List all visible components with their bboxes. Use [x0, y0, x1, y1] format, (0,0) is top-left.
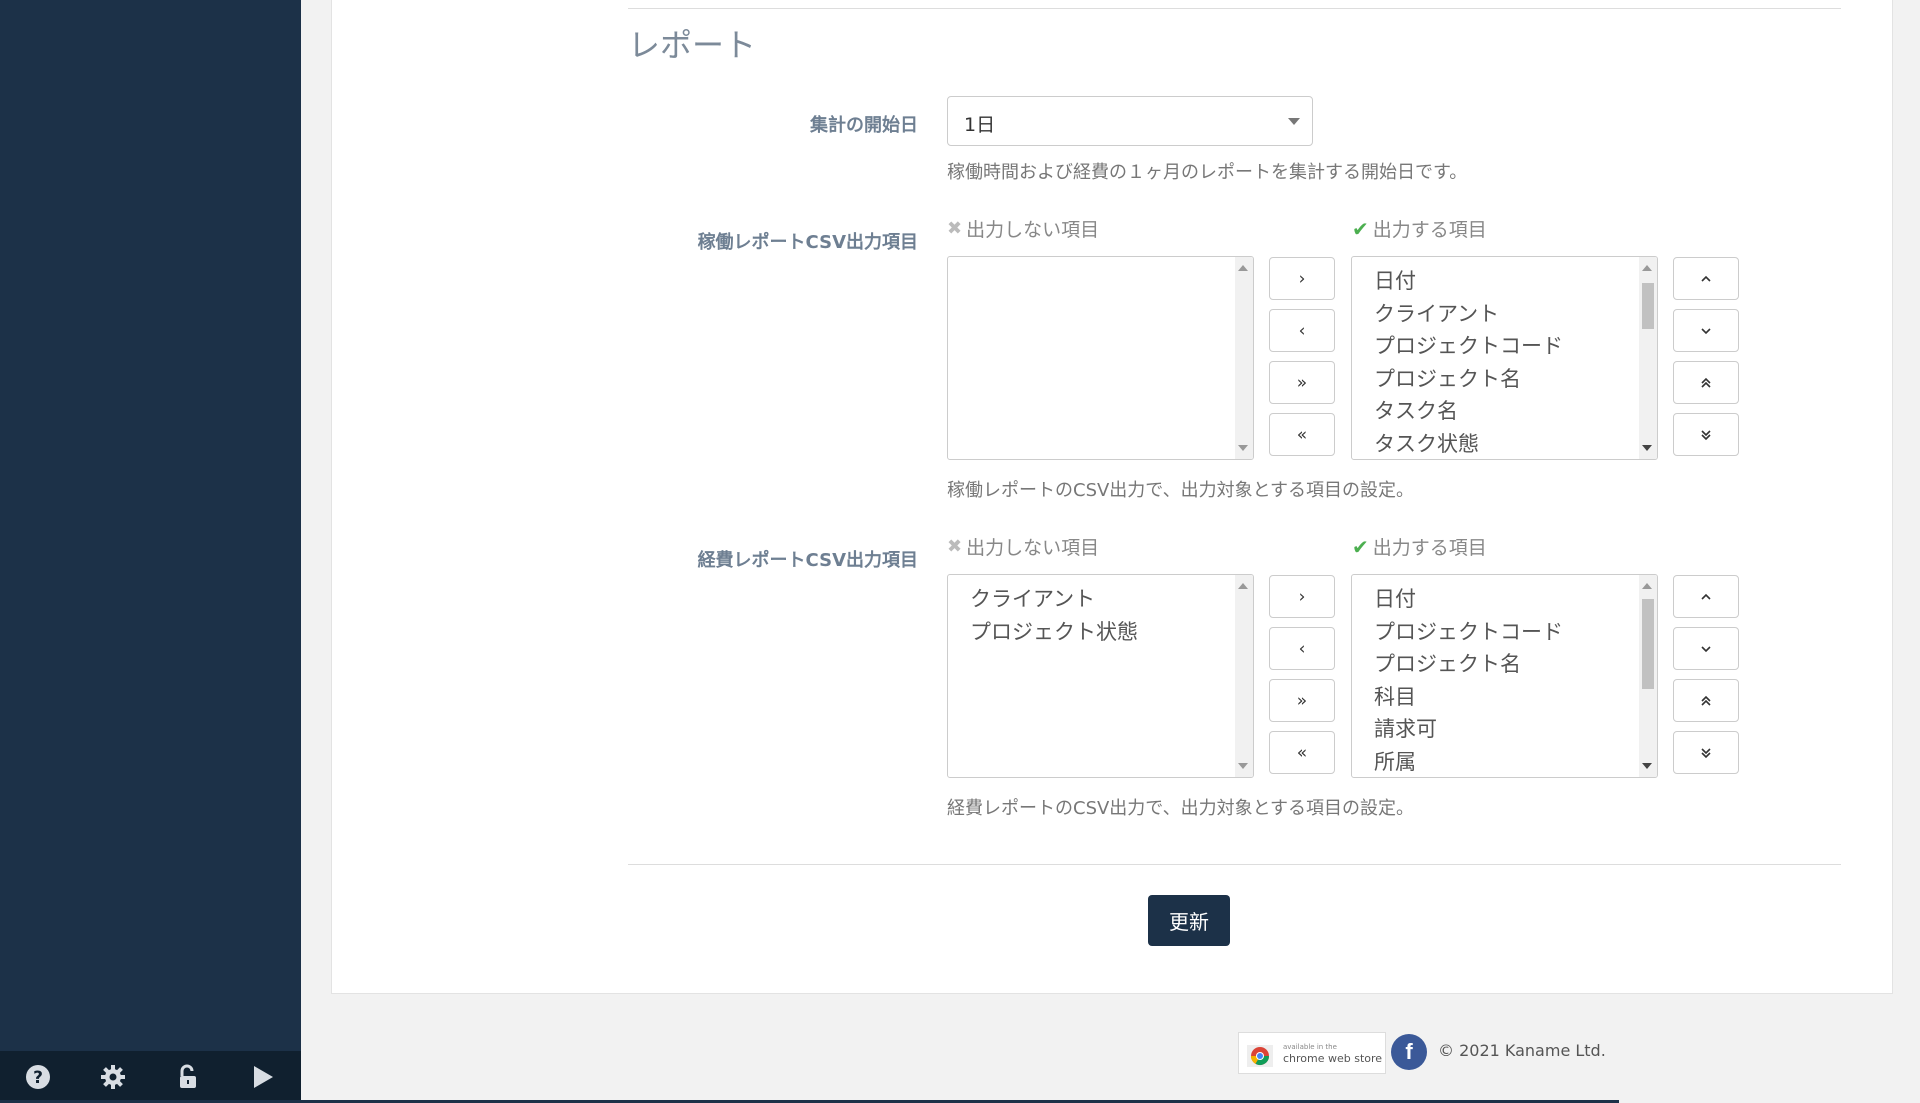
- expense-move-right-button[interactable]: ›: [1269, 575, 1335, 618]
- check-icon: ✔: [1352, 534, 1369, 559]
- x-icon: ✖: [947, 536, 963, 557]
- chevron-down-icon: [1701, 327, 1711, 334]
- scroll-down-icon[interactable]: [1238, 445, 1248, 451]
- scroll-up-icon[interactable]: [1238, 583, 1248, 589]
- list-item[interactable]: プロジェクト名: [1374, 363, 1657, 396]
- work-included-caption: ✔ 出力する項目: [1352, 215, 1487, 242]
- x-icon: ✖: [947, 218, 963, 239]
- chevron-down-icon: [1288, 118, 1300, 125]
- scroll-thumb[interactable]: [1642, 283, 1654, 329]
- svg-text:?: ?: [33, 1068, 43, 1088]
- chrome-web-store-badge[interactable]: available in the chrome web store: [1238, 1032, 1386, 1074]
- check-icon: ✔: [1352, 216, 1369, 241]
- chevron-up-icon: [1701, 275, 1711, 282]
- work-included-caption-text: 出力する項目: [1372, 219, 1487, 241]
- sidebar-toolbar: ?: [0, 1051, 301, 1103]
- expense-excluded-caption: ✖ 出力しない項目: [947, 533, 1099, 560]
- work-move-down-button[interactable]: [1673, 309, 1739, 352]
- scroll-down-icon[interactable]: [1642, 763, 1652, 769]
- work-move-right-button[interactable]: ›: [1269, 257, 1335, 300]
- scrollbar[interactable]: [1235, 575, 1253, 777]
- expense-move-all-left-button[interactable]: «: [1269, 731, 1335, 774]
- double-chevron-up-icon: [1701, 695, 1711, 706]
- expense-move-down-button[interactable]: [1673, 627, 1739, 670]
- section-title: レポート: [628, 26, 757, 64]
- scroll-up-icon[interactable]: [1642, 265, 1652, 271]
- facebook-icon[interactable]: f: [1391, 1034, 1427, 1070]
- list-item[interactable]: 所属: [1374, 746, 1657, 778]
- scrollbar[interactable]: [1639, 575, 1657, 777]
- work-move-left-button[interactable]: ‹: [1269, 309, 1335, 352]
- work-move-bottom-button[interactable]: [1673, 413, 1739, 456]
- start-day-label: 集計の開始日: [810, 115, 918, 136]
- list-item[interactable]: クライアント: [1374, 298, 1657, 331]
- help-icon[interactable]: ?: [0, 1064, 75, 1090]
- list-item[interactable]: クライアント: [970, 583, 1253, 616]
- double-chevron-down-icon: [1701, 429, 1711, 440]
- scroll-down-icon[interactable]: [1238, 763, 1248, 769]
- unlock-icon[interactable]: [150, 1064, 225, 1090]
- expense-move-all-right-button[interactable]: »: [1269, 679, 1335, 722]
- start-day-help: 稼働時間および経費の１ヶ月のレポートを集計する開始日です。: [947, 162, 1468, 183]
- work-move-all-right-button[interactable]: »: [1269, 361, 1335, 404]
- expense-excluded-list[interactable]: クライアント プロジェクト状態: [947, 574, 1254, 778]
- expense-excluded-caption-text: 出力しない項目: [966, 537, 1100, 559]
- start-day-value: 1日: [964, 114, 996, 136]
- list-item[interactable]: 日付: [1374, 583, 1657, 616]
- scroll-thumb[interactable]: [1642, 599, 1654, 689]
- scroll-down-icon[interactable]: [1642, 445, 1652, 451]
- work-excluded-caption-text: 出力しない項目: [966, 219, 1100, 241]
- divider-bottom: [628, 864, 1841, 865]
- scrollbar[interactable]: [1235, 257, 1253, 459]
- list-item[interactable]: タスク名: [1374, 395, 1657, 428]
- list-item[interactable]: プロジェクト名: [1374, 648, 1657, 681]
- expense-included-caption-text: 出力する項目: [1372, 537, 1487, 559]
- chrome-web-store-text: available in the chrome web store: [1283, 1042, 1382, 1064]
- sidebar: ?: [0, 0, 301, 1103]
- expense-move-bottom-button[interactable]: [1673, 731, 1739, 774]
- expense-csv-help: 経費レポートのCSV出力で、出力対象とする項目の設定。: [947, 798, 1415, 819]
- chevron-down-icon: [1701, 645, 1711, 652]
- double-chevron-up-icon: [1701, 377, 1711, 388]
- work-excluded-caption: ✖ 出力しない項目: [947, 215, 1099, 242]
- work-move-top-button[interactable]: [1673, 361, 1739, 404]
- scroll-up-icon[interactable]: [1238, 265, 1248, 271]
- work-csv-label: 稼働レポートCSV出力項目: [697, 232, 918, 253]
- copyright: © 2021 Kaname Ltd.: [1438, 1041, 1606, 1060]
- work-move-up-button[interactable]: [1673, 257, 1739, 300]
- expense-csv-label: 経費レポートCSV出力項目: [697, 550, 918, 571]
- expense-included-list[interactable]: 日付 プロジェクトコード プロジェクト名 科目 請求可 所属: [1351, 574, 1658, 778]
- divider-top: [628, 8, 1841, 9]
- expense-move-top-button[interactable]: [1673, 679, 1739, 722]
- list-item[interactable]: プロジェクトコード: [1374, 616, 1657, 649]
- start-day-select[interactable]: 1日: [947, 96, 1313, 146]
- play-icon[interactable]: [225, 1064, 300, 1090]
- gear-icon[interactable]: [75, 1064, 150, 1090]
- scroll-up-icon[interactable]: [1642, 583, 1652, 589]
- list-item[interactable]: プロジェクトコード: [1374, 330, 1657, 363]
- expense-included-caption: ✔ 出力する項目: [1352, 533, 1487, 560]
- chevron-up-icon: [1701, 593, 1711, 600]
- chrome-web-store-icon: [1247, 1045, 1273, 1067]
- cws-big-text: chrome web store: [1283, 1052, 1383, 1065]
- list-item[interactable]: タスク状態: [1374, 428, 1657, 460]
- list-item[interactable]: 日付: [1374, 265, 1657, 298]
- list-item[interactable]: プロジェクト状態: [970, 616, 1253, 649]
- scrollbar[interactable]: [1639, 257, 1657, 459]
- update-button[interactable]: 更新: [1148, 895, 1230, 946]
- work-csv-help: 稼働レポートのCSV出力で、出力対象とする項目の設定。: [947, 480, 1415, 501]
- expense-move-up-button[interactable]: [1673, 575, 1739, 618]
- work-included-list[interactable]: 日付 クライアント プロジェクトコード プロジェクト名 タスク名 タスク状態: [1351, 256, 1658, 460]
- work-excluded-list[interactable]: [947, 256, 1254, 460]
- list-item[interactable]: 請求可: [1374, 713, 1657, 746]
- expense-move-left-button[interactable]: ‹: [1269, 627, 1335, 670]
- double-chevron-down-icon: [1701, 747, 1711, 758]
- list-item[interactable]: 科目: [1374, 681, 1657, 714]
- work-move-all-left-button[interactable]: «: [1269, 413, 1335, 456]
